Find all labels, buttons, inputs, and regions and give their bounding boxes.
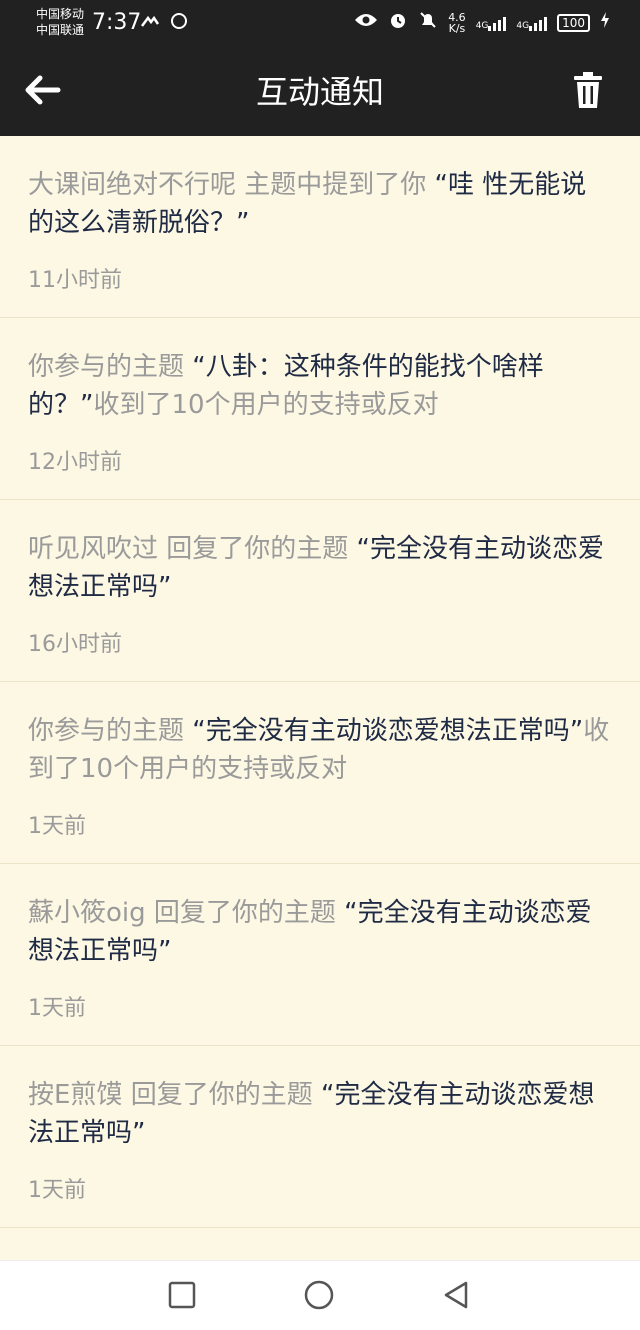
- net-speed: 4.6 K/s: [448, 10, 466, 35]
- system-nav-bar: [0, 1260, 640, 1330]
- carrier-names: 中国移动 中国联通: [36, 6, 84, 38]
- battery-indicator: 100: [557, 13, 590, 32]
- notification-list: 大课间绝对不行呢 主题中提到了你 “哇 性无能说的这么清新脱俗？” 11小时前 …: [0, 136, 640, 1260]
- notification-time: 16小时前: [28, 632, 122, 657]
- notification-item[interactable]: 蘇小筱oig 回复了你的主题 “完全没有主动谈恋爱想法正常吗” 1天前: [0, 864, 640, 1046]
- signal-bars-icon: [529, 15, 548, 31]
- status-left-icons: [140, 12, 188, 35]
- signal-1: 4G: [476, 15, 507, 31]
- eye-icon: [354, 12, 378, 33]
- app-header: 互动通知: [0, 48, 640, 136]
- notification-time: 1天前: [28, 1178, 86, 1203]
- notification-item[interactable]: 按E煎馍 回复了你的主题 “完全没有主动谈恋爱想法正常吗” 1天前: [0, 1046, 640, 1228]
- notification-item[interactable]: 大课间绝对不行呢 主题中提到了你 “哇 性无能说的这么清新脱俗？” 11小时前: [0, 136, 640, 318]
- hd-icon: [140, 14, 170, 35]
- notification-text: 听见风吹过 回复了你的主题 “完全没有主动谈恋爱想法正常吗”: [28, 534, 605, 602]
- back-nav-button[interactable]: [440, 1279, 472, 1311]
- notification-text: 大课间绝对不行呢 主题中提到了你 “哇 性无能说的这么清新脱俗？”: [28, 170, 587, 238]
- status-time: 7:37: [92, 10, 142, 35]
- status-bar: 中国移动 中国联通 7:37 4.6 K/s 4G 4G 100: [0, 0, 640, 48]
- status-right-icons: 4.6 K/s 4G 4G 100: [354, 10, 610, 35]
- carrier-2: 中国联通: [36, 23, 85, 37]
- notification-item[interactable]: 你参与的主题 “完全没有主动谈恋爱想法正常吗”收到了10个用户的支持或反对 1天…: [0, 682, 640, 864]
- notification-text: 你参与的主题 “八卦：这种条件的能找个啥样的？”收到了10个用户的支持或反对: [28, 352, 544, 420]
- loading-circle-icon: [170, 13, 188, 35]
- trash-icon: [574, 72, 602, 108]
- home-button[interactable]: [303, 1279, 335, 1311]
- square-icon: [168, 1281, 196, 1309]
- notification-item[interactable]: 你参与的主题 “八卦：这种条件的能找个啥样的？”收到了10个用户的支持或反对 1…: [0, 318, 640, 500]
- notification-item[interactable]: 听见风吹过 回复了你的主题 “完全没有主动谈恋爱想法正常吗” 16小时前: [0, 500, 640, 682]
- signal-bars-icon: [488, 15, 507, 31]
- notification-time: 1天前: [28, 996, 86, 1021]
- notification-text: 你参与的主题 “完全没有主动谈恋爱想法正常吗”收到了10个用户的支持或反对: [28, 716, 610, 784]
- notification-time: 1天前: [28, 814, 86, 839]
- page-title: 互动通知: [255, 73, 384, 111]
- notification-time: 12小时前: [28, 450, 122, 475]
- notification-text: 按E煎馍 回复了你的主题 “完全没有主动谈恋爱想法正常吗”: [28, 1080, 595, 1148]
- alarm-icon: [388, 10, 408, 35]
- signal-2: 4G: [516, 15, 548, 31]
- notification-time: 11小时前: [28, 268, 122, 293]
- charging-bolt-icon: [600, 12, 610, 33]
- recent-apps-button[interactable]: [166, 1279, 198, 1311]
- triangle-back-icon: [444, 1281, 468, 1309]
- circle-icon: [304, 1280, 334, 1310]
- mute-bell-icon: [418, 10, 438, 35]
- carrier-1: 中国移动: [36, 7, 85, 21]
- topic-link[interactable]: “完全没有主动谈恋爱想法正常吗”: [192, 716, 583, 746]
- delete-all-button[interactable]: [572, 70, 612, 114]
- notification-text: 蘇小筱oig 回复了你的主题 “完全没有主动谈恋爱想法正常吗”: [28, 898, 592, 966]
